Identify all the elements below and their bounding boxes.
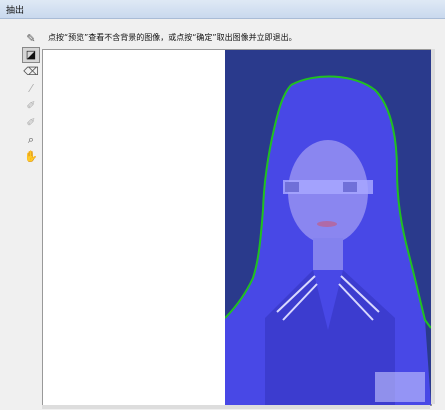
- portrait-image: [224, 50, 431, 405]
- edge-highlighter-tool[interactable]: ✎: [22, 31, 40, 47]
- fill-icon: ◪: [25, 48, 37, 61]
- hand-icon: ✋: [24, 150, 38, 163]
- preview-canvas[interactable]: [42, 49, 432, 406]
- edge-highlighter-icon: ✎: [26, 32, 36, 45]
- watermark-blur: [375, 372, 425, 402]
- instruction-text: 点按“预览”查看不含背景的图像，或点按“确定”取出图像并立即退出。: [48, 33, 297, 42]
- edge-touchup-tool[interactable]: ✐: [22, 115, 40, 131]
- vertical-scrollbar[interactable]: [431, 49, 435, 404]
- eyedropper-icon: ⁄: [30, 82, 32, 95]
- photo-layer: [224, 50, 431, 405]
- window-titlebar: 抽出: [0, 0, 445, 19]
- eyes-blur-block-right: [343, 182, 357, 192]
- eyedropper-tool[interactable]: ⁄: [22, 81, 40, 97]
- eraser-tool[interactable]: ⌫: [22, 64, 40, 80]
- horizontal-scrollbar[interactable]: [42, 405, 430, 409]
- neck-area: [313, 238, 343, 270]
- hand-tool[interactable]: ✋: [22, 149, 40, 165]
- extract-dialog: ✎ ◪ ⌫ ⁄ ✐ ✐ ⌕ ✋ 点按“预览”查看不含背景的图像，或点按“确定”取…: [0, 19, 445, 410]
- edge-touchup-icon: ✐: [26, 116, 36, 129]
- lips: [317, 221, 337, 227]
- eyes-blur-block-left: [285, 182, 299, 192]
- cleanup-tool[interactable]: ✐: [22, 98, 40, 114]
- cleanup-icon: ✐: [26, 99, 36, 112]
- eraser-icon: ⌫: [23, 65, 39, 78]
- tool-palette: ✎ ◪ ⌫ ⁄ ✐ ✐ ⌕ ✋: [20, 31, 42, 171]
- zoom-icon: ⌕: [27, 133, 35, 146]
- window-title: 抽出: [6, 6, 25, 16]
- zoom-tool[interactable]: ⌕: [22, 132, 40, 148]
- fill-tool[interactable]: ◪: [22, 47, 40, 63]
